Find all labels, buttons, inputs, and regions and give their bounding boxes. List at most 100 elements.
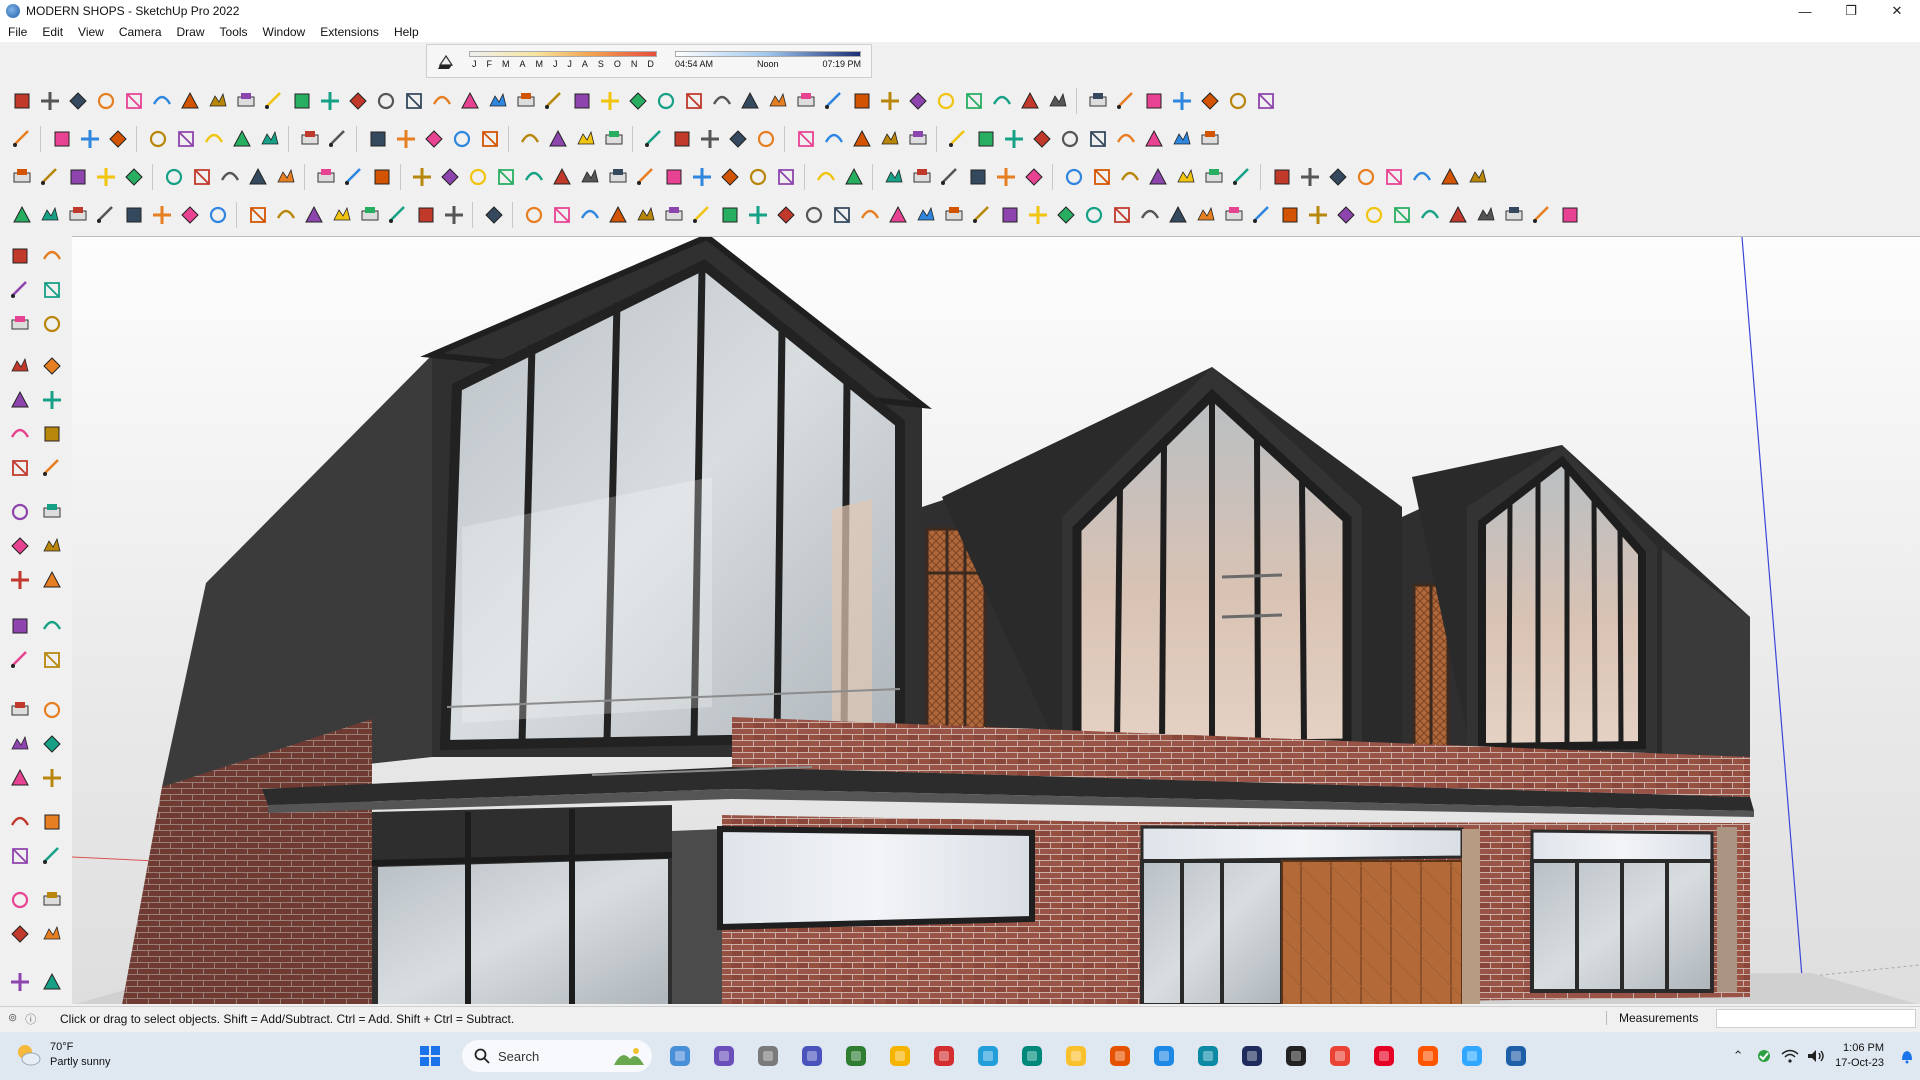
menu-tools[interactable]: Tools [220, 25, 248, 39]
diamond-tool-button[interactable] [420, 125, 448, 153]
move-cross-button[interactable] [38, 764, 66, 792]
terrain-button[interactable] [6, 730, 34, 758]
diamond-tool-button[interactable] [176, 201, 204, 229]
rectangle-diagonal-button[interactable] [244, 201, 272, 229]
layout-app-button[interactable] [1188, 1038, 1228, 1074]
line-tool-button[interactable] [324, 125, 352, 153]
rectangle-diagonal-button[interactable] [476, 125, 504, 153]
triangle-tool-button[interactable] [176, 87, 204, 115]
box-button[interactable] [364, 125, 392, 153]
minimize-button[interactable]: — [1782, 0, 1828, 22]
rectangle-diagonal-button[interactable] [1388, 201, 1416, 229]
circle-tool-button[interactable] [160, 163, 188, 191]
arc-tool-button[interactable] [272, 201, 300, 229]
line-tool-button[interactable] [92, 201, 120, 229]
component-button[interactable] [1220, 201, 1248, 229]
terrain-button[interactable] [1192, 201, 1220, 229]
widgets-app-button[interactable] [660, 1038, 700, 1074]
triangle-tool-button[interactable] [548, 163, 576, 191]
building-model[interactable] [72, 237, 1920, 1004]
rectangle-diagonal-button[interactable] [492, 163, 520, 191]
component-button[interactable] [512, 87, 540, 115]
box-button[interactable] [1140, 87, 1168, 115]
circle-tool-button[interactable] [144, 125, 172, 153]
component-button[interactable] [660, 201, 688, 229]
component-button[interactable] [296, 125, 324, 153]
rectangle-diagonal-button[interactable] [38, 646, 66, 674]
diamond-tool-button[interactable] [1332, 201, 1360, 229]
box-button[interactable] [568, 87, 596, 115]
triangle-tool-button[interactable] [840, 163, 868, 191]
triangle-tool-button[interactable] [736, 87, 764, 115]
move-cross-button[interactable] [6, 968, 34, 996]
component-button[interactable] [64, 201, 92, 229]
terrain-button[interactable] [764, 87, 792, 115]
box-button[interactable] [1268, 163, 1296, 191]
line-tool-button[interactable] [36, 163, 64, 191]
line-tool-button[interactable] [968, 201, 996, 229]
diamond-tool-button[interactable] [6, 920, 34, 948]
arc-tool-button[interactable] [6, 420, 34, 448]
arc-tool-button[interactable] [988, 87, 1016, 115]
move-cross-button[interactable] [38, 386, 66, 414]
arc-tool-button[interactable] [708, 87, 736, 115]
move-cross-button[interactable] [36, 87, 64, 115]
arc-tool-button[interactable] [820, 125, 848, 153]
move-cross-button[interactable] [440, 201, 468, 229]
terrain-button[interactable] [880, 163, 908, 191]
box-button[interactable] [8, 87, 36, 115]
box-button[interactable] [120, 201, 148, 229]
move-cross-button[interactable] [92, 163, 120, 191]
component-button[interactable] [904, 125, 932, 153]
terrain-button[interactable] [6, 352, 34, 380]
box-button[interactable] [288, 87, 316, 115]
terrain-button[interactable] [576, 163, 604, 191]
telegram-app-button[interactable] [968, 1038, 1008, 1074]
arc-tool-button[interactable] [516, 125, 544, 153]
move-cross-button[interactable] [6, 566, 34, 594]
rectangle-diagonal-button[interactable] [1084, 125, 1112, 153]
rectangle-diagonal-button[interactable] [188, 163, 216, 191]
rectangle-diagonal-button[interactable] [772, 163, 800, 191]
box-button[interactable] [964, 163, 992, 191]
wifi-icon[interactable] [1777, 1043, 1803, 1069]
move-cross-button[interactable] [408, 163, 436, 191]
box-button[interactable] [848, 87, 876, 115]
terrain-button[interactable] [328, 201, 356, 229]
component-button[interactable] [908, 163, 936, 191]
component-button[interactable] [38, 886, 66, 914]
diamond-tool-button[interactable] [6, 532, 34, 560]
rectangle-diagonal-button[interactable] [6, 454, 34, 482]
move-cross-button[interactable] [1168, 87, 1196, 115]
menu-view[interactable]: View [78, 25, 104, 39]
line-tool-button[interactable] [38, 842, 66, 870]
triangle-tool-button[interactable] [1144, 163, 1172, 191]
menu-extensions[interactable]: Extensions [320, 25, 379, 39]
month-slider[interactable]: J F M A M J J A S O N D [469, 51, 657, 73]
triangle-tool-button[interactable] [38, 968, 66, 996]
move-cross-button[interactable] [148, 201, 176, 229]
rectangle-diagonal-button[interactable] [792, 125, 820, 153]
line-tool-button[interactable] [944, 125, 972, 153]
line-tool-button[interactable] [640, 125, 668, 153]
arc-tool-button[interactable] [428, 87, 456, 115]
arc-tool-button[interactable] [812, 163, 840, 191]
terrain-button[interactable] [912, 201, 940, 229]
arc-tool-button[interactable] [520, 163, 548, 191]
rectangle-diagonal-button[interactable] [548, 201, 576, 229]
triangle-tool-button[interactable] [6, 764, 34, 792]
component-button[interactable] [600, 125, 628, 153]
line-tool-button[interactable] [1248, 201, 1276, 229]
sticky-notes-button[interactable] [1056, 1038, 1096, 1074]
rectangle-diagonal-button[interactable] [1108, 201, 1136, 229]
line-tool-button[interactable] [8, 125, 36, 153]
component-button[interactable] [356, 201, 384, 229]
terrain-button[interactable] [36, 201, 64, 229]
time-slider-track[interactable] [675, 51, 861, 57]
diamond-tool-button[interactable] [120, 163, 148, 191]
sketchup-taskbar-button[interactable] [1496, 1038, 1536, 1074]
line-tool-button[interactable] [260, 87, 288, 115]
arc-tool-button[interactable] [1416, 201, 1444, 229]
arc-tool-button[interactable] [38, 242, 66, 270]
move-cross-button[interactable] [688, 163, 716, 191]
